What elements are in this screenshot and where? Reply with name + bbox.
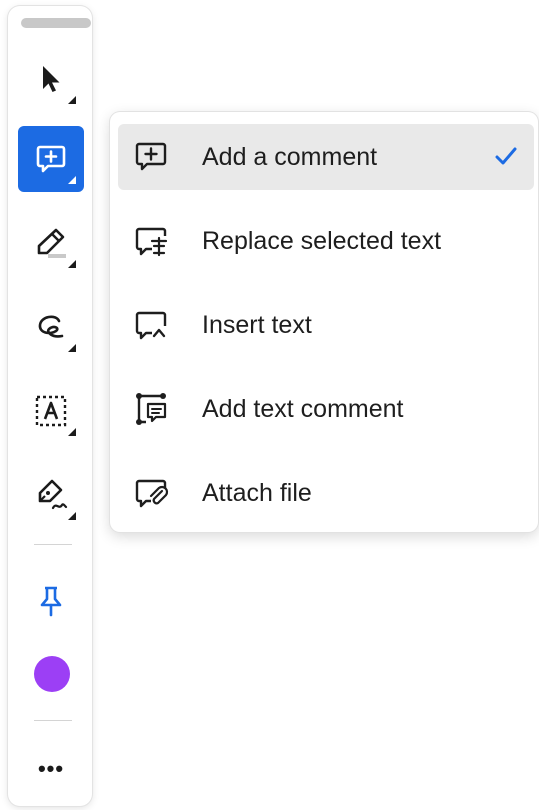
select-tool-button[interactable] [18, 46, 84, 112]
text-comment-icon [136, 393, 167, 425]
color-picker-button[interactable] [34, 656, 70, 692]
add-comment-menu: Add a comment Replace selected text Inse… [110, 112, 538, 532]
highlighter-icon [37, 228, 66, 258]
menu-item-label: Add text comment [202, 395, 404, 423]
pin-button[interactable] [18, 568, 84, 634]
submenu-indicator [68, 512, 76, 520]
submenu-indicator [68, 344, 76, 352]
menu-item-add-text-comment[interactable]: Add text comment [118, 376, 534, 442]
comment-plus-icon [36, 145, 66, 173]
submenu-indicator [68, 428, 76, 436]
canvas: ••• Add a comment Replace selected text [0, 0, 539, 810]
menu-item-replace-selected-text[interactable]: Replace selected text [118, 208, 534, 274]
toolbar-divider [34, 544, 72, 545]
pen-sign-icon [38, 479, 68, 510]
menu-item-add-a-comment[interactable]: Add a comment [118, 124, 534, 190]
checkmark-icon [495, 147, 517, 165]
text-box-tool-button[interactable] [18, 378, 84, 444]
pin-icon [40, 586, 62, 617]
add-comment-tool-button[interactable] [18, 126, 84, 192]
comment-plus-icon [135, 142, 167, 171]
attach-file-icon [135, 479, 169, 508]
menu-item-label: Attach file [202, 479, 312, 507]
signature-tool-button[interactable] [18, 462, 84, 528]
more-icon: ••• [37, 756, 65, 781]
toolbar-divider [34, 720, 72, 721]
menu-item-label: Insert text [202, 311, 312, 339]
submenu-indicator [68, 260, 76, 268]
menu-item-label: Add a comment [202, 143, 378, 171]
comment-replace-icon [135, 227, 168, 257]
arrow-pointer-icon [43, 66, 60, 92]
menu-item-attach-file[interactable]: Attach file [118, 460, 534, 526]
comment-insert-icon [135, 311, 167, 340]
submenu-indicator [68, 96, 76, 104]
more-options-button[interactable]: ••• [18, 736, 84, 802]
freehand-icon [38, 315, 64, 338]
toolbar-drag-handle[interactable] [21, 18, 91, 28]
highlight-tool-button[interactable] [18, 210, 84, 276]
comment-toolbar: ••• [8, 6, 92, 806]
menu-item-label: Replace selected text [202, 227, 442, 255]
submenu-indicator [68, 176, 76, 184]
menu-item-insert-text[interactable]: Insert text [118, 292, 534, 358]
draw-tool-button[interactable] [18, 294, 84, 360]
text-box-icon [35, 395, 67, 427]
